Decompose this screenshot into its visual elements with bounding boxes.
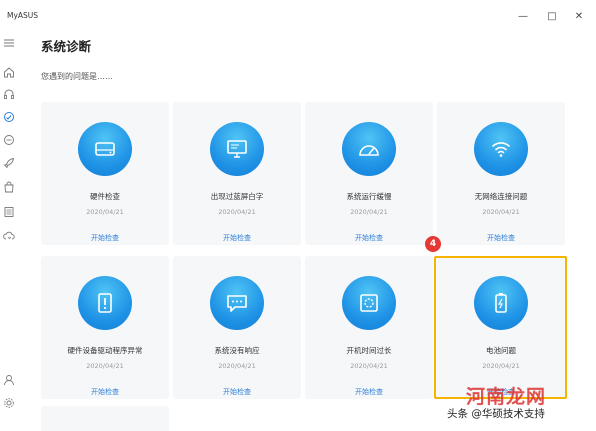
card-date: 2020/04/21	[350, 362, 388, 370]
start-check-link[interactable]: 开始检查	[437, 233, 565, 243]
card-no-response[interactable]: 系统没有响应 2020/04/21 开始检查	[173, 256, 301, 399]
boot-loading-icon	[342, 276, 396, 330]
card-title: 电池问题	[486, 346, 516, 355]
wifi-icon	[474, 122, 528, 176]
page-title: 系统诊断	[41, 39, 92, 54]
document-icon[interactable]	[2, 205, 16, 219]
shopping-bag-icon[interactable]	[2, 180, 16, 194]
card-date: 2020/04/21	[218, 362, 256, 370]
battery-icon	[474, 276, 528, 330]
app-title: MyASUS	[7, 11, 39, 20]
hard-drive-icon	[78, 122, 132, 176]
start-check-link[interactable]: 开始检查	[305, 233, 433, 243]
watermark: 河南龙网 头条 @华硕技术支持	[438, 380, 593, 430]
minimize-button[interactable]: —	[515, 8, 531, 24]
start-check-link[interactable]: 开始检查	[305, 387, 433, 397]
watermark-credit: 头条 @华硕技术支持	[444, 405, 548, 422]
device-alert-icon	[78, 276, 132, 330]
title-bar: MyASUS — □ ✕	[0, 0, 596, 30]
menu-icon[interactable]	[2, 36, 16, 50]
start-check-link[interactable]: 开始检查	[41, 387, 169, 397]
card-bluescreen[interactable]: 出现过蓝屏白字 2020/04/21 开始检查	[173, 102, 301, 245]
card-title: 开机时间过长	[346, 346, 392, 355]
card-title: 无网络连接问题	[474, 192, 528, 201]
close-button[interactable]: ✕	[571, 8, 587, 24]
card-partial[interactable]	[41, 406, 169, 431]
monitor-icon	[210, 122, 264, 176]
card-date: 2020/04/21	[218, 208, 256, 216]
cloud-sync-icon[interactable]	[2, 229, 16, 243]
card-date: 2020/04/21	[482, 208, 520, 216]
card-title: 硬件设备驱动程序异常	[67, 346, 143, 355]
card-network[interactable]: 无网络连接问题 2020/04/21 开始检查	[437, 102, 565, 245]
start-check-link[interactable]: 开始检查	[173, 233, 301, 243]
start-check-link[interactable]: 开始检查	[173, 387, 301, 397]
card-date: 2020/04/21	[350, 208, 388, 216]
gear-icon[interactable]	[2, 396, 16, 410]
speedometer-icon	[342, 122, 396, 176]
diagnosis-icon[interactable]	[2, 110, 16, 124]
card-slow-boot[interactable]: 开机时间过长 2020/04/21 开始检查	[305, 256, 433, 399]
card-slow-system[interactable]: 系统运行缓慢 2020/04/21 开始检查	[305, 102, 433, 245]
page-subtitle: 您遇到的问题是……	[41, 72, 113, 81]
link-icon[interactable]	[2, 133, 16, 147]
card-date: 2020/04/21	[482, 362, 520, 370]
card-title: 系统没有响应	[214, 346, 260, 355]
card-driver-error[interactable]: 硬件设备驱动程序异常 2020/04/21 开始检查	[41, 256, 169, 399]
step-badge: 4	[425, 236, 441, 252]
maximize-button[interactable]: □	[544, 8, 560, 24]
headphones-icon[interactable]	[2, 87, 16, 101]
user-icon[interactable]	[2, 373, 16, 387]
rocket-icon[interactable]	[2, 156, 16, 170]
card-title: 出现过蓝屏白字	[210, 192, 264, 201]
card-hardware-check[interactable]: 硬件检查 2020/04/21 开始检查	[41, 102, 169, 245]
card-title: 系统运行缓慢	[346, 192, 392, 201]
card-date: 2020/04/21	[86, 208, 124, 216]
sidebar	[0, 30, 28, 431]
home-icon[interactable]	[2, 65, 16, 79]
chat-bubble-icon	[210, 276, 264, 330]
card-title: 硬件检查	[90, 192, 120, 201]
start-check-link[interactable]: 开始检查	[41, 233, 169, 243]
card-battery[interactable]: 电池问题 2020/04/21 开始检查	[437, 256, 565, 399]
card-date: 2020/04/21	[86, 362, 124, 370]
myasus-window: MyASUS — □ ✕ 系统诊断 您遇到的问题是…… 硬件检查 2020/04…	[0, 0, 596, 431]
